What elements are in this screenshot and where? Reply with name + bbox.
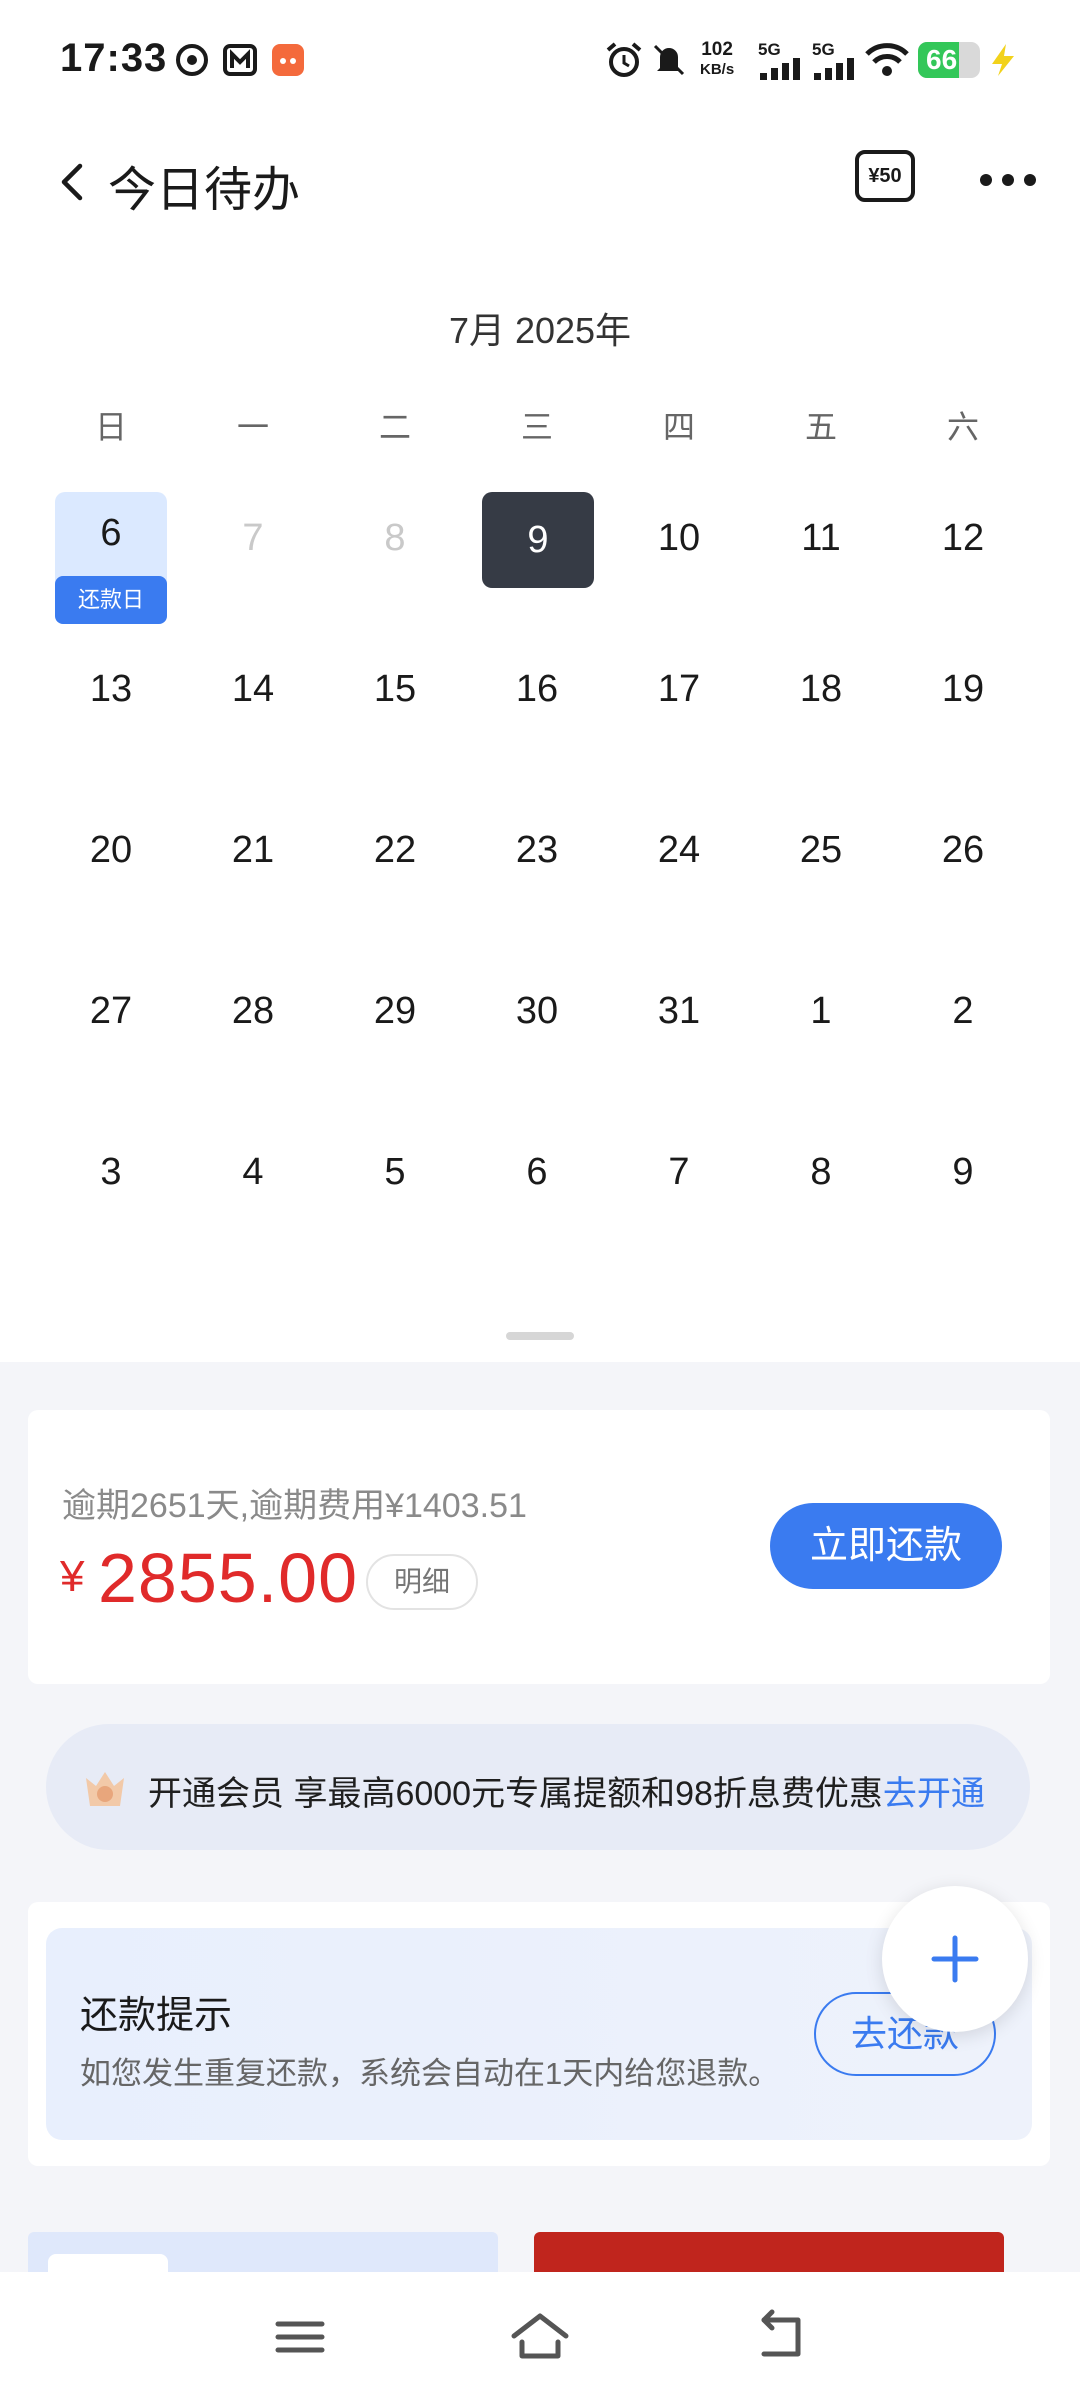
calendar-day[interactable]: 27 (40, 990, 182, 1033)
currency-symbol: ¥ (60, 1552, 85, 1601)
home-icon[interactable] (508, 2308, 572, 2364)
calendar-day[interactable]: 2 (892, 990, 1034, 1033)
calendar-day[interactable]: 19 (892, 668, 1034, 711)
calendar-day[interactable]: 14 (182, 668, 324, 711)
weekday-label: 一 (236, 409, 269, 445)
drag-handle[interactable] (506, 1332, 574, 1340)
amount-due: 2855.00 (98, 1539, 359, 1617)
signal-label: 5G (758, 40, 781, 59)
signal-icon (814, 58, 854, 80)
calendar-day[interactable]: 5 (324, 1151, 466, 1194)
calendar-day[interactable]: 23 (466, 829, 608, 872)
calendar-day[interactable]: 30 (466, 990, 608, 1033)
weekday-label: 五 (804, 409, 837, 445)
calendar-day: 7 (242, 517, 264, 559)
app-notification-icon (272, 44, 304, 76)
status-time: 17:33 (60, 36, 168, 80)
calendar-day[interactable]: 18 (750, 668, 892, 711)
weekday-label: 二 (378, 409, 411, 445)
crown-bag-icon (86, 1772, 124, 1806)
vip-promo-text: 开通会员 享最高6000元专属提额和98折息费优惠去开通 (148, 1766, 985, 1815)
battery-indicator: 66 (918, 42, 980, 78)
app-notification-icon (176, 44, 208, 76)
calendar-day[interactable]: 12 (892, 517, 1034, 560)
calendar: 7月 2025年 日一二三四五六 9 6 还款日 7 8 10 11 12 13 14 15 1… (0, 246, 1080, 1362)
weekday-label: 四 (662, 409, 695, 445)
calendar-day[interactable]: 7 (608, 1151, 750, 1194)
app-notification-icon (223, 44, 257, 76)
calendar-day[interactable]: 25 (750, 829, 892, 872)
wifi-icon (865, 43, 909, 76)
calendar-day[interactable]: 29 (324, 990, 466, 1033)
calendar-day[interactable]: 9 (892, 1151, 1034, 1194)
calendar-month: 7月 2025年 (448, 310, 632, 351)
calendar-day: 8 (384, 517, 406, 559)
today-cell[interactable]: 9 (482, 492, 594, 588)
signal-icon (760, 58, 800, 80)
calendar-day[interactable]: 26 (892, 829, 1034, 872)
menu-icon[interactable] (270, 2312, 330, 2362)
calendar-day[interactable]: 15 (324, 668, 466, 711)
due-day-number[interactable]: 6 (55, 512, 167, 555)
calendar-day[interactable]: 3 (40, 1151, 182, 1194)
calendar-day[interactable]: 20 (40, 829, 182, 872)
calendar-day[interactable]: 28 (182, 990, 324, 1033)
calendar-day[interactable]: 21 (182, 829, 324, 872)
more-dots-icon[interactable] (976, 160, 1040, 200)
calendar-day[interactable]: 13 (40, 668, 182, 711)
signal-label: 5G (812, 40, 835, 59)
reminder-description: 如您发生重复还款，系统会自动在1天内给您退款。 (80, 2056, 780, 2091)
pay-now-button[interactable]: 立即还款 (770, 1503, 1002, 1589)
plus-icon (931, 1935, 979, 1983)
calendar-day[interactable]: 16 (466, 668, 608, 711)
vip-open-link[interactable]: 去开通 (883, 1775, 985, 1813)
chevron-left-icon[interactable] (44, 152, 104, 212)
calendar-day[interactable]: 8 (750, 1151, 892, 1194)
weekday-label: 日 (94, 409, 127, 445)
calendar-day[interactable]: 22 (324, 829, 466, 872)
mute-icon (653, 44, 685, 76)
calendar-day[interactable]: 11 (750, 517, 892, 560)
coupon-icon[interactable]: ¥50 (855, 150, 915, 202)
page-title: 今日待办 (108, 164, 301, 217)
calendar-day[interactable]: 10 (608, 517, 750, 560)
due-day-badge: 还款日 (55, 576, 167, 624)
charging-icon (992, 44, 1014, 76)
calendar-day[interactable]: 6 (466, 1151, 608, 1194)
battery-percent: 66 (926, 44, 958, 75)
weekday-label: 六 (946, 409, 979, 445)
reminder-title: 还款提示 (80, 1995, 233, 2037)
calendar-day[interactable]: 1 (750, 990, 892, 1033)
vip-promo-label: 开通会员 享最高6000元专属提额和98折息费优惠 (148, 1775, 883, 1813)
calendar-day[interactable]: 24 (608, 829, 750, 872)
overdue-note: 逾期2651天,逾期费用¥1403.51 (62, 1487, 527, 1525)
back-icon[interactable] (750, 2308, 810, 2364)
detail-button[interactable]: 明细 (366, 1554, 478, 1610)
alarm-icon (606, 42, 642, 77)
network-speed: 102 KB/s (700, 39, 735, 79)
system-nav-bar (0, 2272, 1080, 2400)
calendar-day[interactable]: 17 (608, 668, 750, 711)
add-button[interactable] (882, 1886, 1028, 2032)
calendar-day[interactable]: 4 (182, 1151, 324, 1194)
weekday-label: 三 (520, 409, 553, 445)
calendar-day[interactable]: 31 (608, 990, 750, 1033)
top-bar: 今日待办 ¥50 (0, 120, 1080, 247)
